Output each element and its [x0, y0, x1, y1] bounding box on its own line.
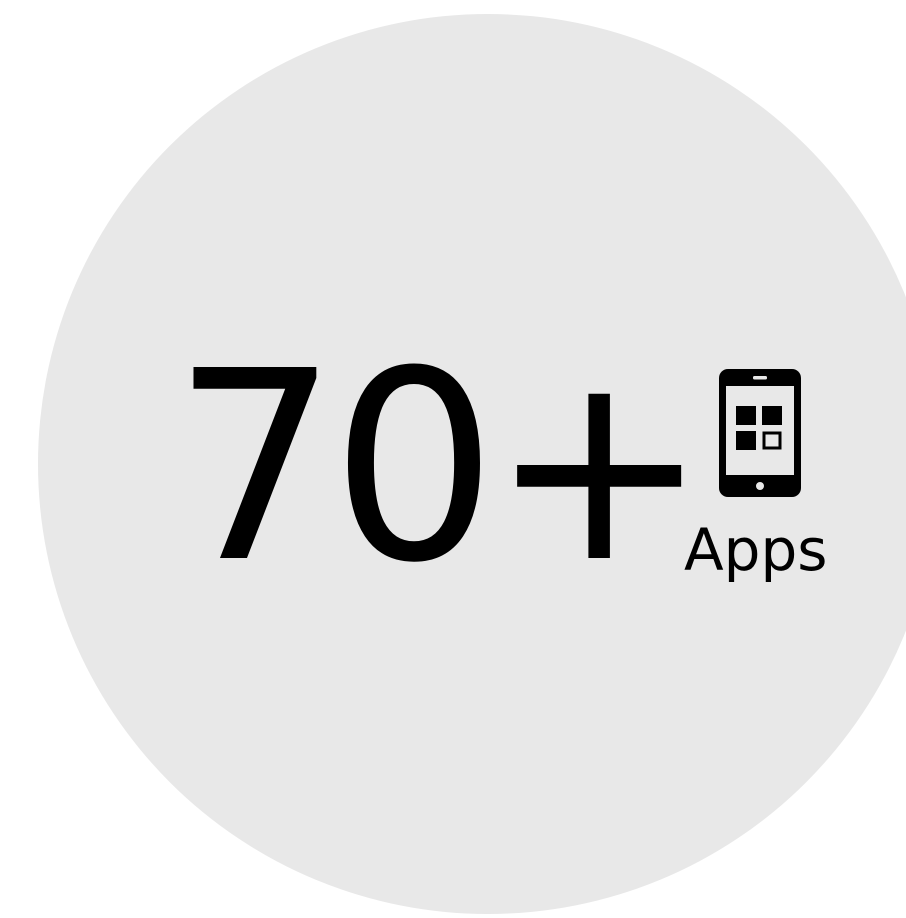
stat-number: 70+: [172, 315, 709, 620]
smartphone-apps-icon: [719, 369, 801, 497]
stat-badge: 70+ Apps: [0, 0, 906, 918]
apps-label: Apps: [684, 516, 828, 584]
